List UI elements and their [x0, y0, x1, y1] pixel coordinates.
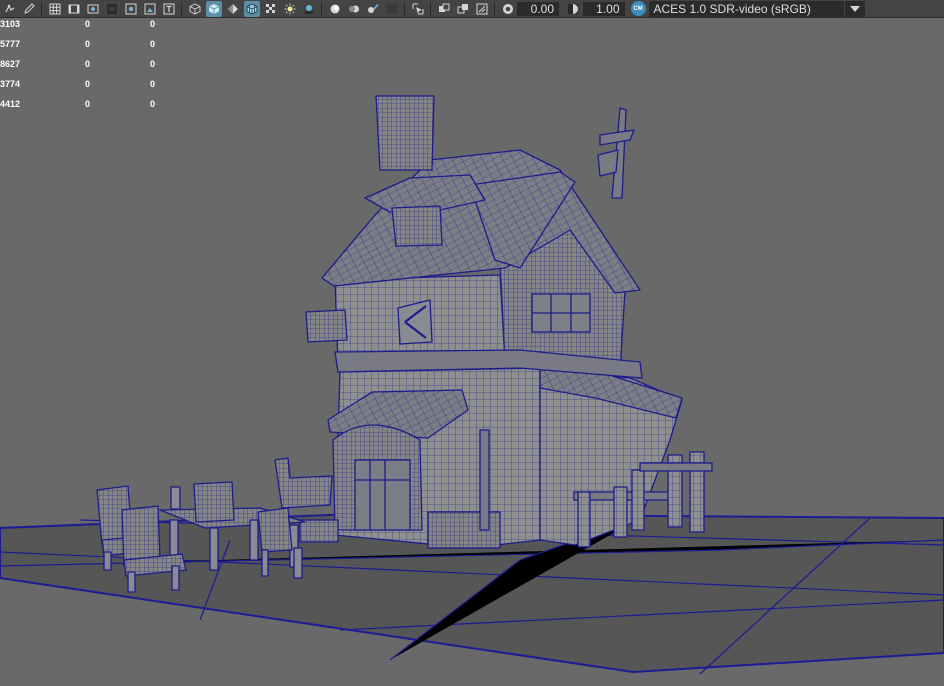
screen-space-ao-icon[interactable] — [327, 1, 343, 17]
toolbar-divider — [41, 1, 42, 16]
hud-cell: 0 — [150, 99, 156, 109]
pencil-icon[interactable] — [21, 1, 37, 17]
hud-cell: 0 — [85, 19, 91, 29]
exposure-icon[interactable] — [500, 1, 516, 17]
hud-row: 8627 0 0 — [0, 58, 170, 78]
isolate-select-icon[interactable] — [410, 1, 426, 17]
xray-joints-icon[interactable] — [455, 1, 471, 17]
safe-title-icon[interactable] — [161, 1, 177, 17]
safe-action-icon[interactable] — [142, 1, 158, 17]
select-camera-icon[interactable] — [2, 1, 18, 17]
xray-components-icon[interactable] — [474, 1, 490, 17]
xray-icon[interactable] — [436, 1, 452, 17]
shadows-icon[interactable] — [301, 1, 317, 17]
default-material-icon[interactable] — [225, 1, 241, 17]
anti-aliasing-icon[interactable] — [365, 1, 381, 17]
wireframe-on-shaded-icon[interactable] — [243, 0, 260, 17]
chevron-down-icon — [843, 0, 865, 17]
poly-count-hud: 3103 0 0 5777 0 0 8627 0 0 3774 0 0 4412… — [0, 18, 170, 118]
smooth-shade-icon[interactable] — [205, 0, 222, 17]
hud-cell: 0 — [150, 39, 156, 49]
3d-viewport[interactable] — [0, 19, 944, 686]
color-space-dropdown[interactable]: ACES 1.0 SDR-video (sRGB) — [648, 0, 865, 17]
hud-cell: 0 — [150, 19, 156, 29]
textured-icon[interactable] — [263, 1, 279, 17]
gamma-field[interactable]: 1.00 — [582, 1, 625, 16]
motion-blur-icon[interactable] — [346, 1, 362, 17]
depth-of-field-icon[interactable] — [384, 1, 400, 17]
hud-cell: 5777 — [0, 39, 21, 49]
film-gate-icon[interactable] — [66, 1, 82, 17]
hud-cell: 0 — [85, 39, 91, 49]
exposure-field[interactable]: 0.00 — [517, 1, 559, 16]
hud-cell: 0 — [85, 59, 91, 69]
toolbar-divider — [494, 1, 495, 16]
hud-row: 3774 0 0 — [0, 78, 170, 98]
toolbar-divider — [430, 1, 431, 16]
hud-cell: 0 — [150, 59, 156, 69]
hud-cell: 0 — [150, 79, 156, 89]
color-management-icon[interactable]: CM — [630, 1, 646, 16]
wireframe-cube-icon[interactable] — [187, 1, 203, 17]
house-mesh[interactable] — [299, 95, 713, 549]
hud-row: 5777 0 0 — [0, 38, 170, 58]
grid-icon[interactable] — [47, 1, 63, 17]
gamma-icon[interactable] — [565, 1, 581, 17]
resolution-gate-icon[interactable] — [85, 1, 101, 17]
hud-cell: 0 — [85, 99, 91, 109]
toolbar-divider — [404, 1, 405, 16]
toolbar-divider — [181, 1, 182, 16]
scene-canvas[interactable] — [0, 19, 944, 686]
viewport-toolbar: 0.00 1.00 CM ACES 1.0 SDR-video (sRGB) — [0, 0, 944, 18]
hud-cell: 3774 — [0, 79, 21, 89]
hud-cell: 0 — [85, 79, 91, 89]
hud-cell: 8627 — [0, 59, 21, 69]
toolbar-divider — [321, 1, 322, 16]
hud-row: 4412 0 0 — [0, 98, 170, 118]
gate-mask-icon[interactable] — [104, 1, 120, 17]
hud-cell: 4412 — [0, 99, 21, 109]
hud-row: 3103 0 0 — [0, 18, 170, 38]
use-all-lights-icon[interactable] — [282, 1, 298, 17]
color-space-label: ACES 1.0 SDR-video (sRGB) — [653, 1, 811, 16]
field-chart-icon[interactable] — [123, 1, 139, 17]
hud-cell: 3103 — [0, 19, 21, 29]
